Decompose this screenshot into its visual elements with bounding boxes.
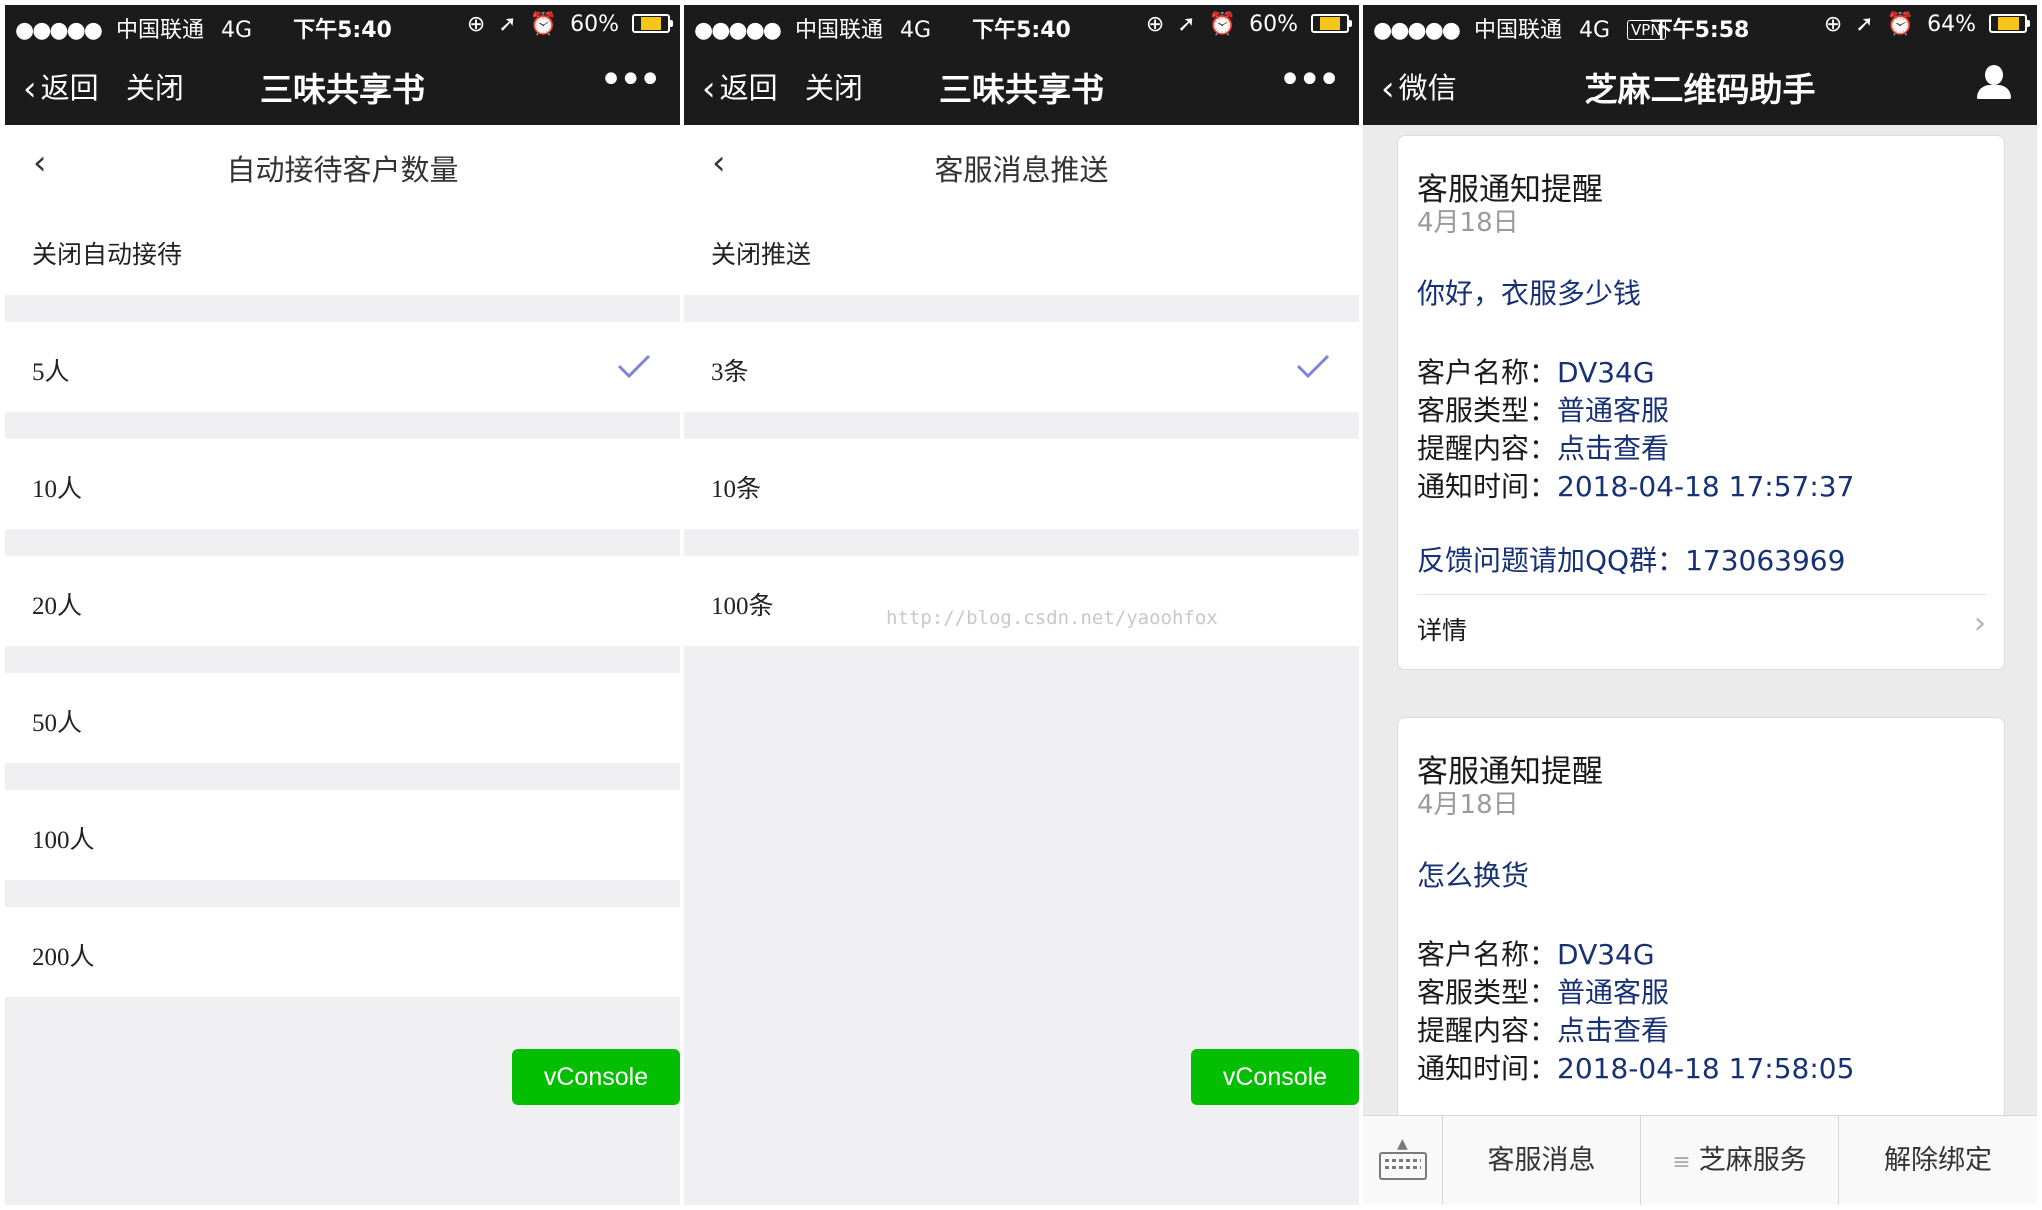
caret-up-icon: ▲ (1397, 1136, 1408, 1152)
status-bar: ●●●●● 中国联通 4G 下午5:40 ⊕ ➚ ⏰ 60% (5, 5, 680, 43)
option-row[interactable]: 100人 (5, 790, 680, 880)
option-label: 20人 (32, 593, 83, 620)
option-label: 关闭推送 (711, 242, 812, 269)
card-divider (1417, 594, 1987, 595)
watermark: http://blog.csdn.net/yaoohfox (886, 607, 1218, 629)
battery-percent: 60% (1249, 12, 1298, 37)
page-title: 自动接待客户数量 (226, 153, 459, 187)
screen-chat-notifications: ●●●●● 中国联通 4G VPN 下午5:58 ⊕ ➚ ⏰ 64% ‹ 微信 芝… (1363, 5, 2037, 1205)
nav-title: 芝麻二维码助手 (1584, 70, 1816, 109)
location-icon: ➚ (1855, 12, 1874, 37)
option-row[interactable]: 10条 (684, 439, 1359, 529)
alarm-icon: ⏰ (1886, 12, 1915, 37)
menu-label: 芝麻服务 (1698, 1145, 1807, 1176)
page-title: 客服消息推送 (934, 153, 1109, 187)
more-dots-icon[interactable]: ••• (1278, 57, 1341, 103)
check-icon (1296, 354, 1330, 379)
option-label: 100人 (32, 827, 95, 854)
nav-title: 三味共享书 (260, 70, 425, 109)
card-field: 客户名称：DV34G (1417, 356, 1655, 389)
option-row[interactable]: 50人 (5, 673, 680, 763)
nav-bar: ‹ 返回 关闭 三味共享书 ••• (684, 43, 1359, 125)
bottom-menu: ▲ 客服消息 ≡ 芝麻服务 解除绑定 (1363, 1115, 2037, 1205)
card-field: 客户名称：DV34G (1417, 938, 1655, 971)
option-label: 100条 (711, 593, 774, 620)
nav-bar: ‹ 微信 芝麻二维码助手 (1363, 43, 2037, 125)
battery-icon (1311, 14, 1352, 33)
menu-customer-service[interactable]: 客服消息 (1443, 1116, 1641, 1205)
notification-card[interactable]: 客服通知提醒 4月18日 你好，衣服多少钱 客户名称：DV34G 客服类型：普通… (1397, 135, 2005, 670)
card-field: 通知时间：2018-04-18 17:58:05 (1417, 1052, 1855, 1085)
card-detail-link[interactable]: 详情 (1417, 611, 1467, 647)
card-first-line: 你好，衣服多少钱 (1417, 277, 1642, 310)
keyboard-toggle-button[interactable]: ▲ (1363, 1116, 1443, 1205)
card-field: 客服类型：普通客服 (1417, 394, 1670, 427)
card-field: 提醒内容：点击查看 (1417, 432, 1670, 465)
nav-bar: ‹ 返回 关闭 三味共享书 ••• (5, 43, 680, 125)
option-row[interactable]: 关闭推送 (684, 205, 1359, 295)
card-date: 4月18日 (1417, 208, 1519, 238)
option-row[interactable]: 20人 (5, 556, 680, 646)
rotation-lock-icon: ⊕ (1823, 12, 1843, 37)
card-field: 通知时间：2018-04-18 17:57:37 (1417, 470, 1855, 503)
vconsole-button[interactable]: vConsole (512, 1049, 680, 1105)
card-field: 客服类型：普通客服 (1417, 976, 1670, 1009)
option-row[interactable]: 100条 (684, 556, 1359, 646)
option-label: 3条 (711, 359, 749, 386)
option-label: 关闭自动接待 (32, 242, 183, 269)
battery-percent: 60% (570, 12, 619, 37)
card-remark: 反馈问题请加QQ群：173063969 (1417, 544, 1846, 577)
status-bar: ●●●●● 中国联通 4G VPN 下午5:58 ⊕ ➚ ⏰ 64% (1363, 5, 2037, 43)
vconsole-button[interactable]: vConsole (1191, 1049, 1359, 1105)
card-field: 提醒内容：点击查看 (1417, 1014, 1670, 1047)
keyboard-icon (1379, 1152, 1427, 1180)
notification-card[interactable]: 客服通知提醒 4月18日 怎么换货 客户名称：DV34G 客服类型：普通客服 提… (1397, 717, 2005, 1138)
alarm-icon: ⏰ (1208, 12, 1237, 37)
user-icon[interactable] (1977, 65, 2011, 101)
option-label: 50人 (32, 710, 83, 737)
option-list: 关闭推送 3条 10条 100条 (684, 205, 1359, 646)
card-first-line: 怎么换货 (1417, 859, 1530, 892)
status-bar: ●●●●● 中国联通 4G 下午5:40 ⊕ ➚ ⏰ 60% (684, 5, 1359, 43)
option-row[interactable]: 5人 (5, 322, 680, 412)
check-icon (617, 354, 651, 379)
location-icon: ➚ (1177, 12, 1196, 37)
alarm-icon: ⏰ (529, 12, 558, 37)
page-header: ‹ 客服消息推送 (684, 125, 1359, 205)
menu-label: 客服消息 (1487, 1145, 1596, 1176)
option-label: 10条 (711, 476, 762, 503)
more-dots-icon[interactable]: ••• (599, 57, 662, 103)
screen-message-push: ●●●●● 中国联通 4G 下午5:40 ⊕ ➚ ⏰ 60% ‹ 返回 关闭 三味… (684, 5, 1359, 1205)
rotation-lock-icon: ⊕ (1145, 12, 1165, 37)
menu-label: 解除绑定 (1884, 1145, 1992, 1176)
option-label: 10人 (32, 476, 83, 503)
page-header: ‹ 自动接待客户数量 (5, 125, 680, 205)
option-label: 200人 (32, 944, 95, 971)
battery-percent: 64% (1927, 12, 1976, 37)
option-row[interactable]: 3条 (684, 322, 1359, 412)
option-label: 5人 (32, 359, 70, 386)
battery-icon (632, 14, 673, 33)
option-row[interactable]: 10人 (5, 439, 680, 529)
option-list: 关闭自动接待 5人 10人 20人 50人 100人 200人 (5, 205, 680, 997)
menu-unbind[interactable]: 解除绑定 (1839, 1116, 2037, 1205)
battery-icon (1989, 14, 2030, 33)
option-row[interactable]: 关闭自动接待 (5, 205, 680, 295)
option-row[interactable]: 200人 (5, 907, 680, 997)
menu-zhima-service[interactable]: ≡ 芝麻服务 (1641, 1116, 1839, 1205)
rotation-lock-icon: ⊕ (466, 12, 486, 37)
card-date: 4月18日 (1417, 790, 1519, 820)
submenu-lines-icon: ≡ (1672, 1150, 1691, 1175)
chevron-right-icon: › (1974, 606, 1986, 641)
location-icon: ➚ (498, 12, 517, 37)
screen-auto-reception: ●●●●● 中国联通 4G 下午5:40 ⊕ ➚ ⏰ 60% ‹ 返回 关闭 三味… (5, 5, 680, 1205)
nav-title: 三味共享书 (939, 70, 1104, 109)
